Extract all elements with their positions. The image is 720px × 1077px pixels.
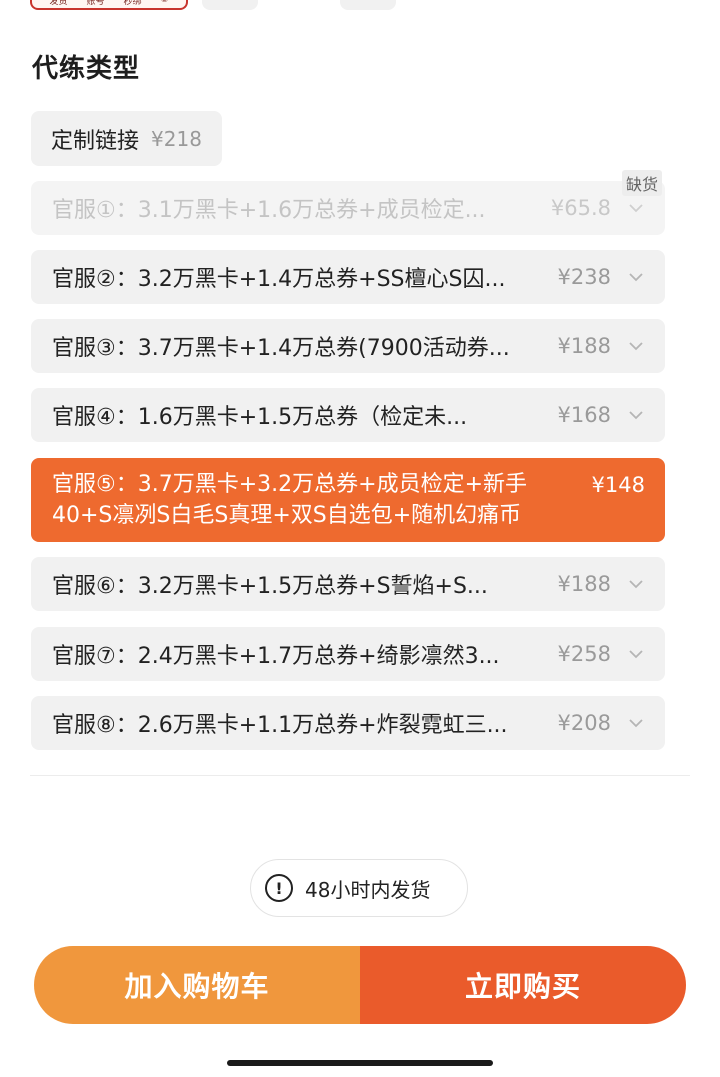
out-of-stock-badge: 缺货 (622, 170, 663, 196)
option-custom-link[interactable]: 定制链接 ¥218 (31, 111, 222, 166)
option-item-8[interactable]: 官服⑧：2.6万黑卡+1.1万总券+炸裂霓虹三... ¥208 (31, 696, 665, 750)
option-price: ¥208 (557, 711, 611, 735)
chevron-down-icon[interactable] (627, 203, 645, 213)
option-item-6[interactable]: 官服⑥：3.2万黑卡+1.5万总券+S誓焰+S... ¥188 (31, 557, 665, 611)
thumbnail-label: ⑤ (160, 0, 169, 5)
chevron-down-icon[interactable] (627, 410, 645, 420)
chevron-down-icon[interactable] (627, 649, 645, 659)
thumbnail-2[interactable] (202, 0, 258, 10)
thumbnail-1[interactable]: 发货 账号 秒绑 ⑤ (30, 0, 188, 10)
option-price: ¥188 (557, 572, 611, 596)
section-title: 代练类型 (32, 54, 141, 84)
exclamation-circle-icon: ! (265, 874, 293, 902)
option-item-5-selected[interactable]: 官服⑤：3.7万黑卡+3.2万总券+成员检定+新手40+S凛冽S白毛S真理+双S… (31, 458, 665, 542)
option-price: ¥65.8 (550, 196, 611, 220)
option-label: 官服⑦：2.4万黑卡+1.7万总券+绮影凛然3... (52, 644, 500, 669)
thumbnail-label: 发货 (49, 0, 68, 7)
home-indicator[interactable] (227, 1060, 493, 1066)
thumbnail-label: 秒绑 (123, 0, 142, 7)
option-price: ¥188 (557, 334, 611, 358)
divider (30, 775, 690, 776)
option-price: ¥218 (151, 126, 202, 151)
option-item-3[interactable]: 官服③：3.7万黑卡+1.4万总券(7900活动券... ¥188 (31, 319, 665, 373)
option-label: 官服④：1.6万黑卡+1.5万总券（检定未... (52, 405, 468, 430)
purchase-bar: 加入购物车 立即购买 (34, 946, 686, 1024)
option-price: ¥258 (557, 642, 611, 666)
delivery-info-pill[interactable]: ! 48小时内发货 (250, 859, 468, 917)
option-label: 官服⑥：3.2万黑卡+1.5万总券+S誓焰+S... (52, 574, 488, 599)
chevron-down-icon[interactable] (627, 272, 645, 282)
delivery-text: 48小时内发货 (305, 877, 431, 902)
option-price: ¥238 (557, 265, 611, 289)
option-label: 官服⑤：3.7万黑卡+3.2万总券+成员检定+新手40+S凛冽S白毛S真理+双S… (52, 472, 527, 528)
option-label: 官服③：3.7万黑卡+1.4万总券(7900活动券... (52, 336, 510, 361)
buy-now-button[interactable]: 立即购买 (360, 946, 686, 1024)
product-options-page: 发货 账号 秒绑 ⑤ 代练类型 定制链接 ¥218 官服①：3.1万黑卡+1.6… (0, 0, 720, 1077)
option-label: 定制链接 (51, 128, 140, 154)
chevron-down-icon[interactable] (627, 341, 645, 351)
option-item-2[interactable]: 官服②：3.2万黑卡+1.4万总券+SS檀心S囚... ¥238 (31, 250, 665, 304)
thumbnail-strip: 发货 账号 秒绑 ⑤ (30, 0, 490, 10)
chevron-down-icon[interactable] (627, 718, 645, 728)
option-item-7[interactable]: 官服⑦：2.4万黑卡+1.7万总券+绮影凛然3... ¥258 (31, 627, 665, 681)
option-price: ¥148 (591, 473, 645, 497)
thumbnail-3[interactable] (340, 0, 396, 10)
option-label: 官服⑧：2.6万黑卡+1.1万总券+炸裂霓虹三... (52, 713, 508, 738)
option-price: ¥168 (557, 403, 611, 427)
chevron-down-icon[interactable] (627, 579, 645, 589)
option-label: 官服①：3.1万黑卡+1.6万总券+成员检定... (52, 198, 486, 223)
add-to-cart-button[interactable]: 加入购物车 (34, 946, 360, 1024)
option-item-1[interactable]: 官服①：3.1万黑卡+1.6万总券+成员检定... ¥65.8 (31, 181, 665, 235)
thumbnail-label: 账号 (86, 0, 105, 7)
option-label: 官服②：3.2万黑卡+1.4万总券+SS檀心S囚... (52, 267, 506, 292)
option-item-4[interactable]: 官服④：1.6万黑卡+1.5万总券（检定未... ¥168 (31, 388, 665, 442)
